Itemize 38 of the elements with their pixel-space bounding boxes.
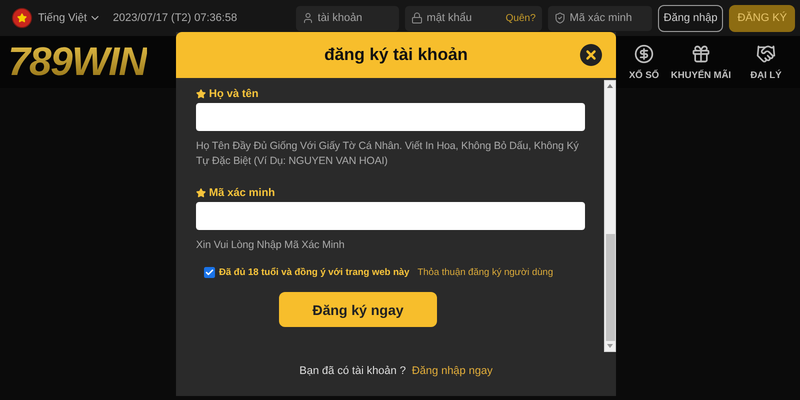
close-button[interactable] <box>580 44 602 66</box>
star-icon <box>196 89 206 99</box>
close-icon <box>584 48 598 62</box>
star-icon <box>196 188 206 198</box>
gift-icon <box>691 44 711 64</box>
flag-icon <box>12 8 32 28</box>
field-hint: Xin Vui Lòng Nhập Mã Xác Minh <box>196 238 346 253</box>
forgot-link[interactable]: Quên? <box>506 12 536 24</box>
lock-icon <box>410 12 423 24</box>
shield-icon <box>554 12 566 24</box>
scrollbar[interactable] <box>604 80 616 352</box>
handshake-icon <box>756 44 776 64</box>
terms-link[interactable]: Thỏa thuận đăng ký người dùng <box>417 267 554 278</box>
captcha-field[interactable]: Mã xác minh <box>548 6 652 30</box>
language-selector[interactable]: Tiếng Việt <box>38 12 101 24</box>
nav-item[interactable]: ĐẠI LÝ <box>738 44 794 80</box>
field-label: Họ và tên <box>196 88 585 100</box>
nav-item[interactable]: KHUYẾN MÃI <box>668 44 734 80</box>
field-label: Mã xác minh <box>196 187 585 199</box>
coin-icon <box>634 44 654 64</box>
username-field[interactable]: tài khoản <box>296 6 399 30</box>
captcha-input[interactable]: Mã xác minh <box>570 12 646 24</box>
register-now-button[interactable]: Đăng ký ngay <box>279 292 437 327</box>
input-field[interactable] <box>196 103 585 131</box>
agree-label: Đã đủ 18 tuổi và đồng ý với trang web này <box>219 267 410 278</box>
account-prompt: Bạn đã có tài khoản ? <box>299 365 406 377</box>
field-hint: Họ Tên Đầy Đủ Giống Với Giấy Tờ Cá Nhân. Viết In Hoa, Không Bỏ Dấu, Không Ký Tự Đặc Biệt (Ví Dụ: NGUYEN VAN HOAI) <box>196 139 580 169</box>
login-now-link[interactable]: Đăng nhập ngay <box>412 365 493 377</box>
username-input[interactable]: tài khoản <box>318 12 393 24</box>
user-icon <box>302 12 314 24</box>
agree-checkbox[interactable] <box>204 267 215 278</box>
password-input[interactable]: mật khẩu <box>426 12 502 24</box>
date-time: 2023/07/17 (T2) 07:36:58 <box>112 12 238 24</box>
input-field[interactable] <box>196 202 585 230</box>
password-field[interactable]: mật khẩu Quên? <box>404 6 542 30</box>
dialog-title: đăng ký tài khoản <box>324 45 468 65</box>
login-button[interactable]: Đăng nhập <box>658 4 724 32</box>
nav-item[interactable]: XỔ SỐ <box>624 44 664 80</box>
